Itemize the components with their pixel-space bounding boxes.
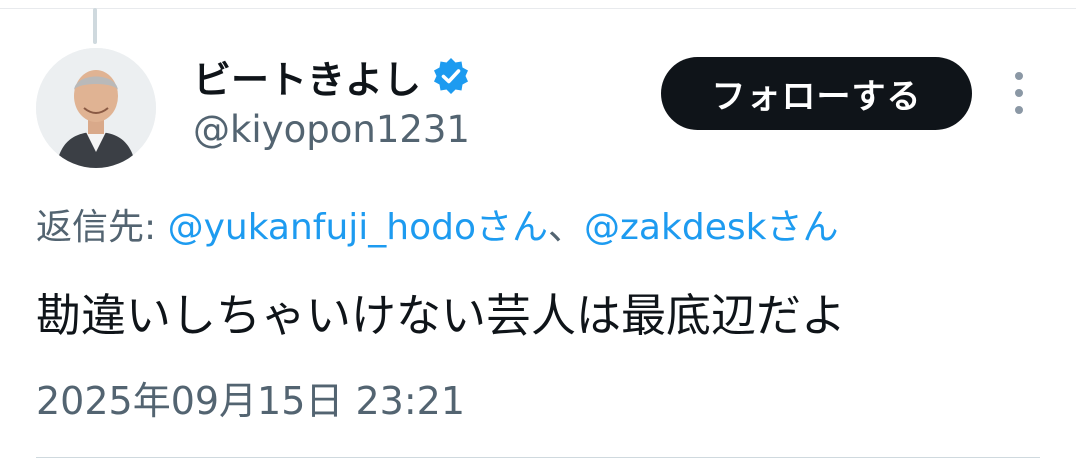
avatar[interactable]	[36, 48, 156, 168]
top-divider	[0, 8, 1076, 9]
more-dot	[1015, 72, 1023, 80]
thread-connector-line	[93, 8, 97, 44]
more-dot	[1015, 89, 1023, 97]
tweet-text: 勘違いしちゃいけない芸人は最底辺だよ	[36, 289, 847, 342]
avatar-image	[36, 48, 156, 168]
more-dot	[1015, 106, 1023, 114]
user-handle[interactable]: @kiyopon1231	[193, 108, 470, 151]
reply-to-line: 返信先: @yukanfuji_hodoさん、@zakdeskさん	[36, 198, 838, 250]
mention-link[interactable]: @zakdeskさん	[584, 207, 838, 248]
mention-link[interactable]: @yukanfuji_hodoさん	[168, 207, 548, 248]
tweet-timestamp[interactable]: 2025年09月15日 23:21	[36, 370, 465, 425]
more-vertical-icon[interactable]	[1008, 72, 1030, 114]
reply-to-prefix: 返信先:	[36, 207, 168, 248]
display-name[interactable]: ビートきよし	[193, 49, 421, 104]
mention-separator: 、	[548, 207, 585, 248]
follow-button[interactable]: フォローする	[661, 57, 972, 130]
display-name-row: ビートきよし	[193, 52, 471, 102]
bottom-divider	[36, 457, 1040, 458]
verified-badge-icon	[434, 58, 469, 94]
